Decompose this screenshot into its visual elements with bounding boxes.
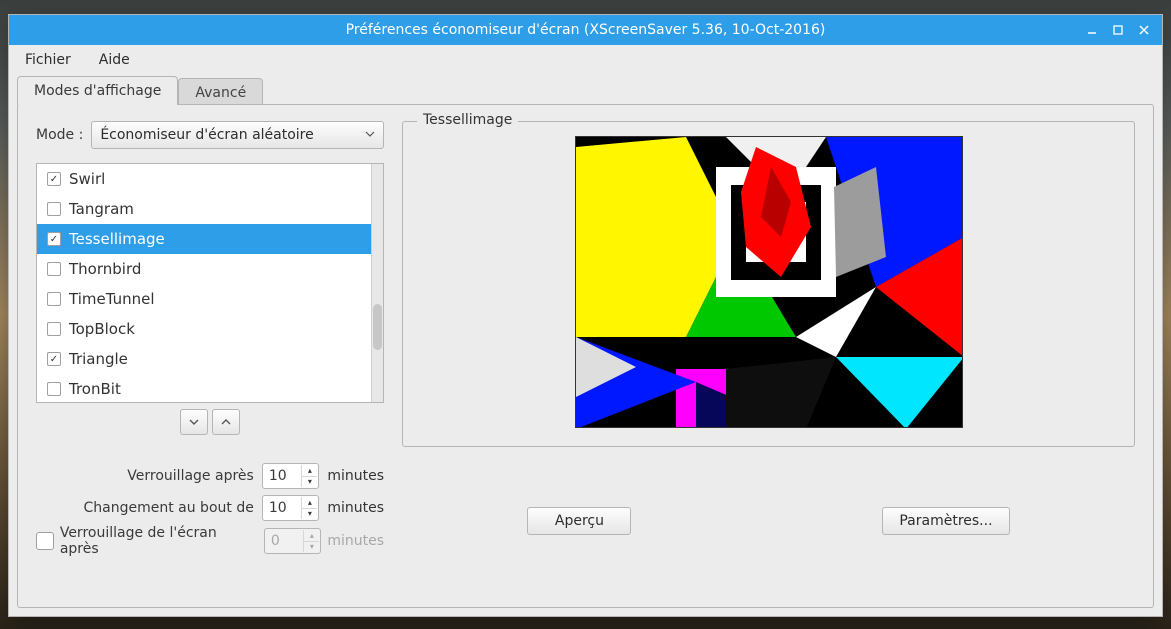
cycle-after-unit: minutes (327, 500, 384, 516)
window: Préférences économiseur d'écran (XScreen… (8, 14, 1163, 617)
mode-select[interactable]: Économiseur d'écran aléatoire (91, 121, 384, 149)
list-item-label: Tangram (69, 200, 134, 218)
maximize-button[interactable] (1106, 19, 1130, 41)
spin-up-icon: ▴ (303, 530, 319, 542)
checkbox-icon[interactable] (47, 202, 61, 216)
titlebar: Préférences économiseur d'écran (XScreen… (9, 15, 1162, 45)
minimize-button[interactable] (1080, 19, 1104, 41)
list-item[interactable]: Thornbird (37, 254, 371, 284)
close-button[interactable] (1132, 19, 1156, 41)
preview-image (575, 136, 963, 428)
list-item[interactable]: TopBlock (37, 314, 371, 344)
checkbox-icon[interactable]: ✓ (47, 232, 61, 246)
screensaver-list: ✓ Swirl Tangram ✓ Tessellimage Thornbird TimeT… (36, 163, 384, 403)
cycle-after-input[interactable]: 10 ▴▾ (262, 495, 320, 521)
list-item[interactable]: ✓ Tessellimage (37, 224, 371, 254)
lock-checkbox[interactable] (36, 532, 54, 550)
blank-after-input[interactable]: 10 ▴▾ (262, 463, 320, 489)
list-item-label: Triangle (69, 350, 128, 368)
blank-after-label: Verrouillage après (36, 468, 254, 484)
tab-strip: Modes d'affichage Avancé (9, 76, 1162, 105)
list-item-label: TronBit (69, 380, 121, 398)
scrollbar[interactable] (371, 164, 383, 402)
checkbox-icon[interactable]: ✓ (47, 172, 61, 186)
list-item[interactable]: Tangram (37, 194, 371, 224)
tab-advanced[interactable]: Avancé (178, 78, 263, 107)
left-column: Mode : Économiseur d'écran aléatoire ✓ Sw… (36, 121, 384, 557)
lock-after-input: 0 ▴▾ (264, 528, 321, 554)
chevron-down-icon (365, 127, 375, 143)
spin-down-icon: ▾ (303, 542, 319, 553)
checkbox-icon[interactable] (47, 382, 61, 396)
list-item-label: TimeTunnel (69, 290, 155, 308)
window-buttons (1080, 15, 1156, 45)
list-item[interactable]: ✓ Triangle (37, 344, 371, 374)
tab-display-modes[interactable]: Modes d'affichage (17, 76, 178, 105)
blank-after-unit: minutes (327, 468, 384, 484)
mode-label: Mode : (36, 127, 83, 143)
checkbox-icon[interactable]: ✓ (47, 352, 61, 366)
move-down-button[interactable] (180, 409, 208, 435)
checkbox-icon[interactable] (47, 262, 61, 276)
move-up-button[interactable] (212, 409, 240, 435)
tab-panel: Mode : Économiseur d'écran aléatoire ✓ Sw… (17, 104, 1154, 608)
list-item-label: TopBlock (69, 320, 135, 338)
spin-down-icon[interactable]: ▾ (301, 477, 317, 488)
lock-after-value: 0 (271, 533, 280, 549)
list-item-label: Swirl (69, 170, 105, 188)
lock-after-unit: minutes (327, 533, 384, 549)
scrollbar-thumb[interactable] (373, 304, 382, 350)
menu-file[interactable]: Fichier (19, 48, 77, 72)
preview-button[interactable]: Aperçu (527, 507, 631, 535)
lock-label: Verrouillage de l'écran après (60, 525, 258, 557)
list-item-label: Thornbird (69, 260, 141, 278)
checkbox-icon[interactable] (47, 292, 61, 306)
settings-button[interactable]: Paramètres... (882, 507, 1009, 535)
preview-frame: Tessellimage (402, 121, 1135, 447)
list-item[interactable]: ✓ Swirl (37, 164, 371, 194)
menu-help[interactable]: Aide (93, 48, 136, 72)
menubar: Fichier Aide (9, 45, 1162, 75)
cycle-after-value: 10 (269, 500, 287, 516)
list-item-label: Tessellimage (69, 230, 165, 248)
checkbox-icon[interactable] (47, 322, 61, 336)
cycle-after-label: Changement au bout de (36, 500, 254, 516)
list-item[interactable]: TronBit (37, 374, 371, 402)
preview-title: Tessellimage (417, 112, 518, 128)
mode-select-value: Économiseur d'écran aléatoire (100, 127, 313, 143)
list-item[interactable]: TimeTunnel (37, 284, 371, 314)
spin-down-icon[interactable]: ▾ (301, 509, 317, 520)
spin-up-icon[interactable]: ▴ (301, 497, 317, 509)
window-title: Préférences économiseur d'écran (XScreen… (346, 22, 826, 38)
spin-up-icon[interactable]: ▴ (301, 465, 317, 477)
blank-after-value: 10 (269, 468, 287, 484)
